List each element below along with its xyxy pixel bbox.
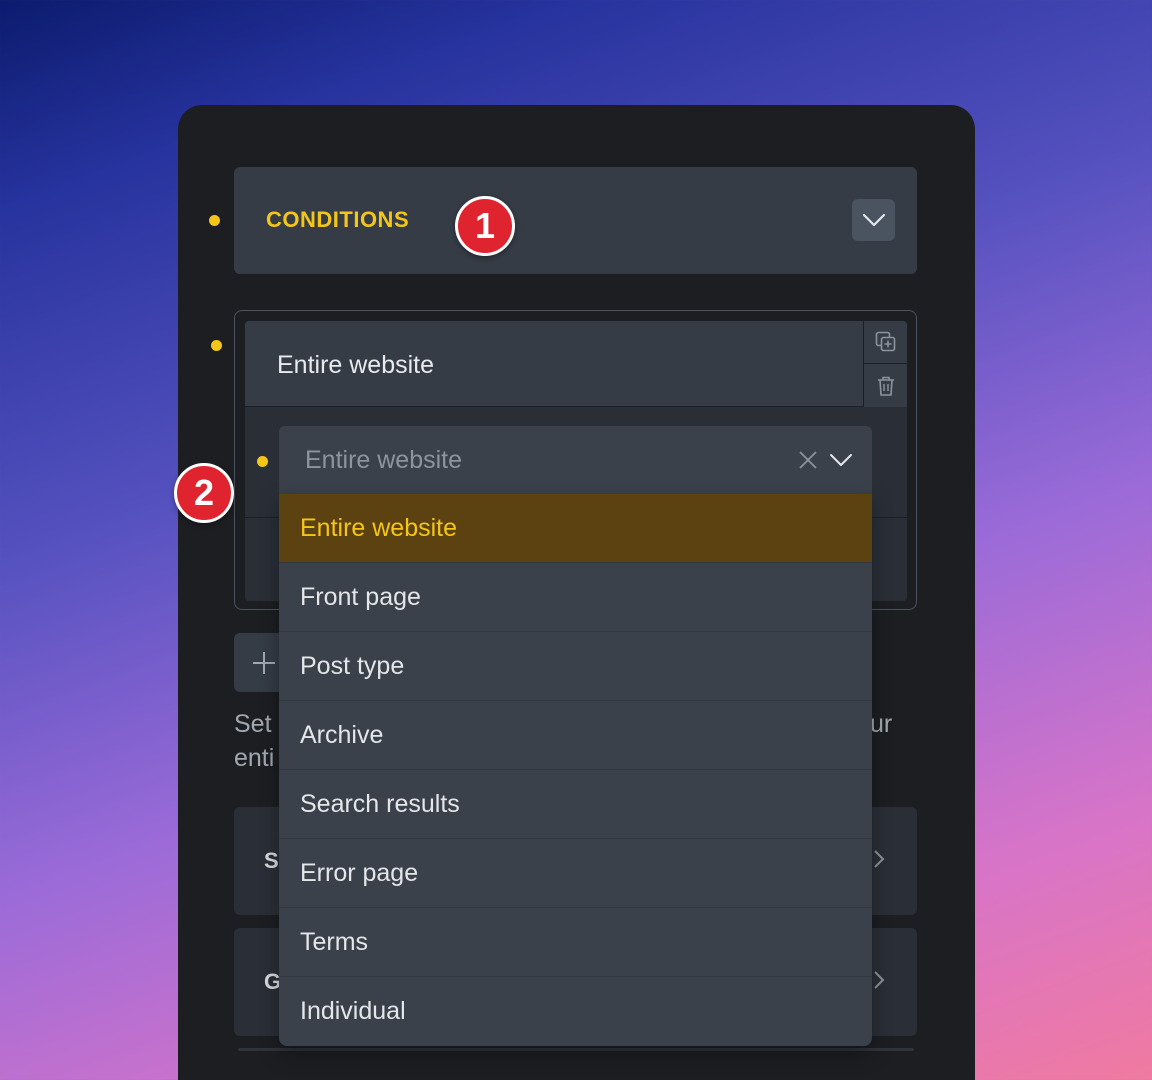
option-error-page[interactable]: Error page bbox=[279, 839, 872, 908]
rule-label: Entire website bbox=[277, 351, 435, 379]
option-label: Post type bbox=[300, 652, 405, 680]
option-search-results[interactable]: Search results bbox=[279, 770, 872, 839]
option-label: Search results bbox=[300, 790, 460, 818]
chevron-down-icon[interactable] bbox=[829, 449, 853, 471]
option-terms[interactable]: Terms bbox=[279, 908, 872, 977]
duplicate-rule-button[interactable] bbox=[864, 321, 907, 364]
conditions-title: CONDITIONS bbox=[266, 207, 410, 232]
option-front-page[interactable]: Front page bbox=[279, 563, 872, 632]
option-label: Individual bbox=[300, 997, 406, 1025]
option-archive[interactable]: Archive bbox=[279, 701, 872, 770]
annotation-badge-2: 2 bbox=[174, 463, 234, 523]
chevron-right-icon bbox=[874, 850, 885, 868]
condition-select[interactable]: Entire website bbox=[279, 426, 872, 494]
plus-icon bbox=[253, 651, 275, 674]
select-status-dot bbox=[257, 456, 268, 467]
duplicate-icon bbox=[875, 331, 896, 352]
option-label: Entire website bbox=[300, 514, 458, 542]
condition-rule-row[interactable]: Entire website bbox=[245, 321, 863, 407]
option-post-type[interactable]: Post type bbox=[279, 632, 872, 701]
option-label: Front page bbox=[300, 583, 421, 611]
conditions-header[interactable]: CONDITIONS bbox=[234, 167, 917, 274]
annotation-badge-1: 1 bbox=[455, 196, 515, 256]
close-icon[interactable] bbox=[797, 449, 819, 471]
chevron-down-icon bbox=[862, 213, 885, 227]
select-value: Entire website bbox=[305, 446, 463, 474]
group-status-dot bbox=[211, 340, 222, 351]
divider bbox=[238, 1048, 914, 1051]
section-card-label: S bbox=[264, 848, 279, 873]
trash-icon bbox=[878, 376, 894, 396]
header-status-dot bbox=[209, 215, 220, 226]
conditions-toggle-button[interactable] bbox=[852, 199, 895, 241]
option-label: Error page bbox=[300, 859, 419, 887]
rule-tools bbox=[863, 321, 907, 407]
option-entire-website[interactable]: Entire website bbox=[279, 494, 872, 563]
chevron-right-icon bbox=[874, 971, 885, 989]
option-individual[interactable]: Individual bbox=[279, 977, 872, 1046]
delete-rule-button[interactable] bbox=[864, 364, 907, 407]
description-tail: ur bbox=[870, 710, 893, 738]
option-label: Terms bbox=[300, 928, 369, 956]
select-options-menu: Entire website Front page Post type Arch… bbox=[279, 494, 872, 1046]
option-label: Archive bbox=[300, 721, 384, 749]
